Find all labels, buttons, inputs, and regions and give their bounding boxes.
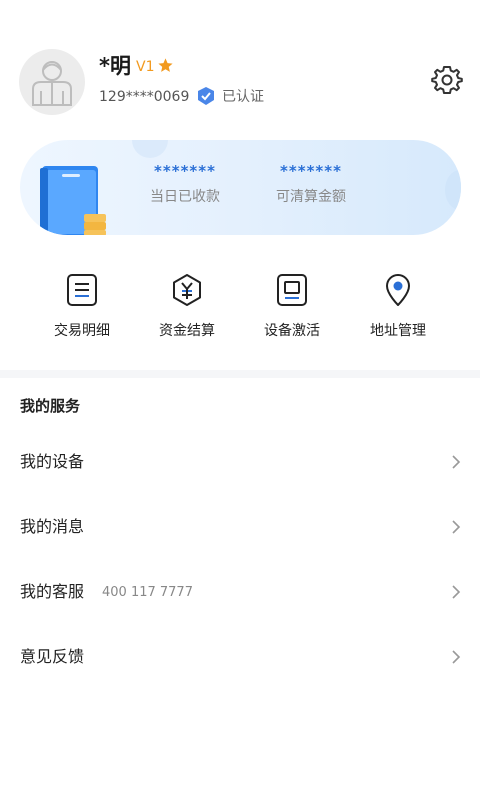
phone-number: 129****0069: [99, 89, 190, 105]
services-title: 我的服务: [20, 397, 81, 415]
today-received-label: 当日已收款: [150, 189, 220, 205]
service-row-my-devices[interactable]: 我的设备: [0, 432, 480, 492]
quick-action-label: 交易明细: [54, 323, 110, 339]
settleable-amount-stat[interactable]: ******* 可清算金额: [256, 162, 366, 206]
gear-icon[interactable]: [431, 64, 463, 96]
quick-action-settlement[interactable]: 资金结算: [137, 272, 237, 340]
quick-action-transactions[interactable]: 交易明细: [32, 272, 132, 340]
section-divider: [0, 370, 480, 378]
chevron-right-icon: [452, 520, 461, 534]
service-row-label: 意见反馈: [20, 647, 85, 666]
quick-action-device-activation[interactable]: 设备激活: [242, 272, 342, 340]
user-placeholder-icon: [32, 61, 72, 106]
device-icon: [277, 274, 307, 306]
user-name: *明: [99, 54, 131, 78]
yuan-hexagon-icon: [173, 274, 201, 306]
receipt-icon: [67, 274, 97, 306]
settleable-amount-value: *******: [280, 162, 342, 180]
decorative-bubble: [445, 170, 461, 210]
verified-shield-icon: [198, 87, 214, 105]
today-received-value: *******: [154, 162, 216, 180]
quick-action-label: 地址管理: [370, 323, 426, 339]
customer-service-phone: 400 117 7777: [102, 585, 193, 600]
phone-illustration-icon: [40, 166, 106, 235]
chevron-right-icon: [452, 650, 461, 664]
location-pin-icon: [386, 274, 410, 306]
earnings-card[interactable]: ******* 当日已收款 ******* 可清算金额: [20, 140, 461, 235]
chevron-right-icon: [452, 585, 461, 599]
verified-label: 已认证: [222, 89, 264, 105]
service-row-label: 我的消息: [20, 517, 85, 536]
quick-actions: 交易明细 资金结算 设备激活 地址管理: [0, 272, 480, 352]
level-badge: V1: [136, 59, 155, 75]
quick-action-label: 资金结算: [159, 323, 215, 339]
service-row-my-messages[interactable]: 我的消息: [0, 497, 480, 557]
settleable-amount-label: 可清算金额: [276, 189, 346, 205]
quick-action-label: 设备激活: [264, 323, 320, 339]
decorative-bubble: [132, 140, 168, 158]
chevron-right-icon: [452, 455, 461, 469]
quick-action-address[interactable]: 地址管理: [348, 272, 448, 340]
service-row-feedback[interactable]: 意见反馈: [0, 627, 480, 687]
service-row-label: 我的设备: [20, 452, 85, 471]
profile-header: *明 V1 129****0069 已认证: [0, 0, 480, 135]
service-row-customer-service[interactable]: 我的客服 400 117 7777: [0, 562, 480, 622]
star-icon: [158, 58, 173, 72]
avatar[interactable]: [19, 49, 85, 115]
service-row-label: 我的客服: [20, 582, 85, 601]
today-received-stat[interactable]: ******* 当日已收款: [130, 162, 240, 206]
